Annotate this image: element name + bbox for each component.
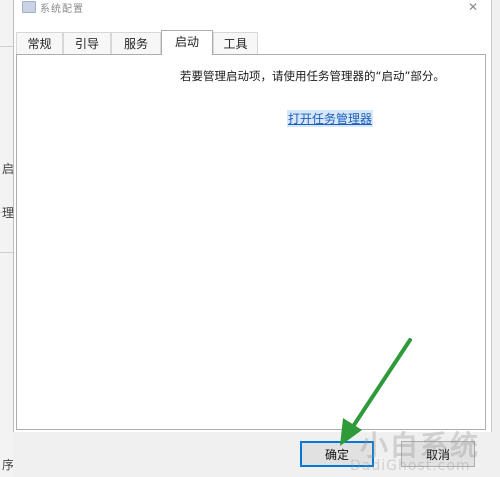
cancel-button[interactable]: 取消 xyxy=(401,441,475,467)
divider xyxy=(0,46,13,47)
window-title: 系统配置 xyxy=(40,4,84,15)
ok-button[interactable]: 确定 xyxy=(300,441,374,467)
window-title-bar: 系统配置 ✕ xyxy=(0,0,500,18)
tab-bar: 常规 引导 服务 启动 工具 xyxy=(16,30,486,55)
side-label-char: 理 xyxy=(2,206,15,220)
close-icon[interactable]: ✕ xyxy=(468,0,478,14)
startup-panel xyxy=(16,54,486,430)
startup-message: 若要管理启动项，请使用任务管理器的“启动”部分。 xyxy=(180,69,445,83)
open-task-manager-link[interactable]: 打开任务管理器 xyxy=(287,110,374,127)
side-label-char: 启 xyxy=(2,162,15,176)
app-icon xyxy=(22,1,36,13)
tab-startup[interactable]: 启动 xyxy=(161,30,213,55)
background-window-edge: 启 理 序 xyxy=(0,0,14,477)
background-window-edge-right xyxy=(491,0,500,477)
divider xyxy=(0,252,13,253)
tab-general[interactable]: 常规 xyxy=(16,32,63,54)
tab-tools[interactable]: 工具 xyxy=(213,32,258,54)
tab-boot[interactable]: 引导 xyxy=(63,32,111,54)
tab-services[interactable]: 服务 xyxy=(111,32,161,54)
